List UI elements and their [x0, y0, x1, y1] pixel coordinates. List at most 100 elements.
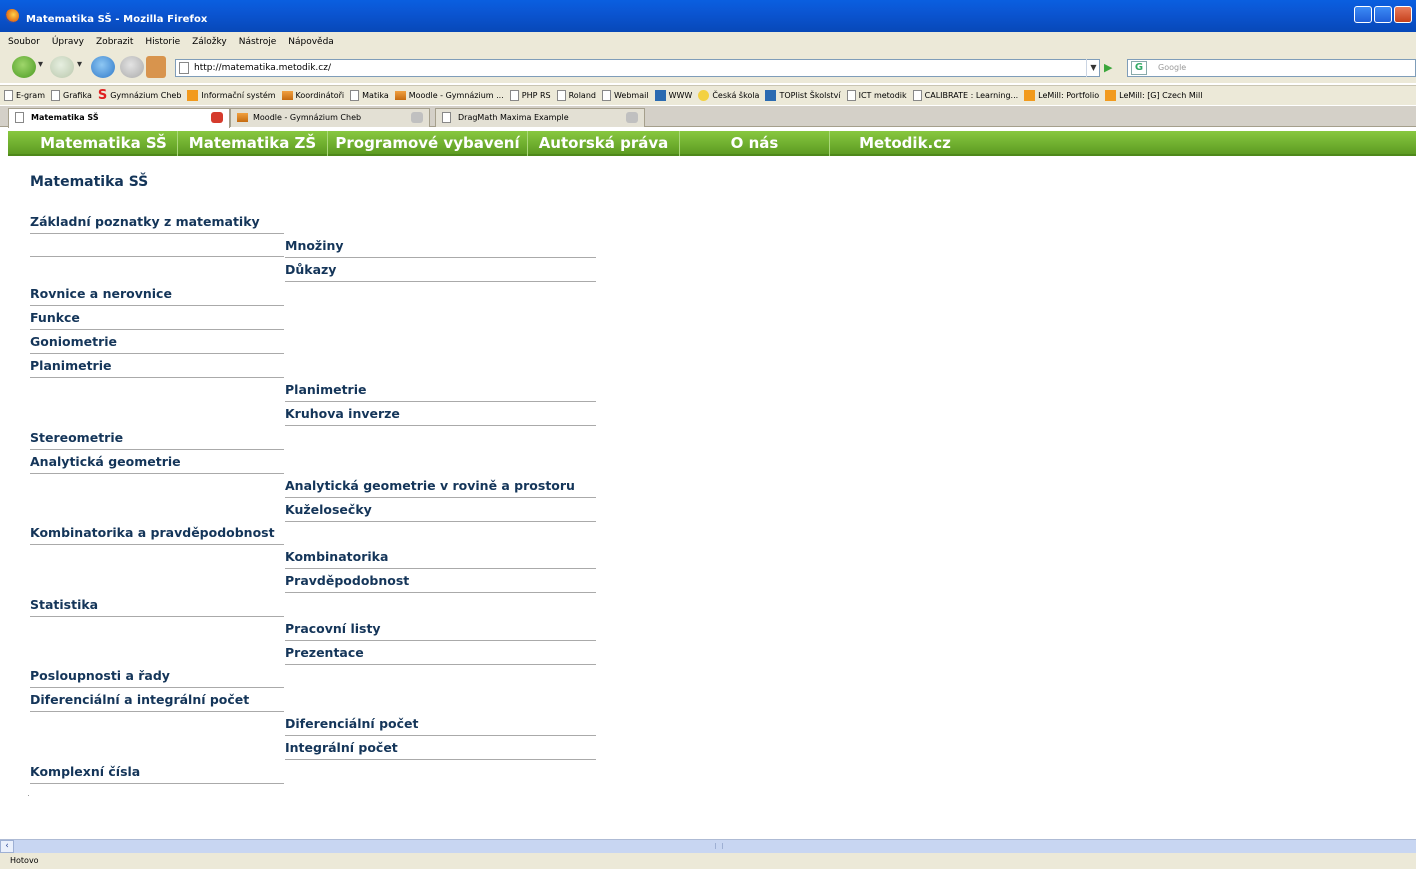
menu-zalozky[interactable]: Záložky [192, 37, 227, 47]
navigation-toolbar: ▾ ▾ http://matematika.metodik.cz/ ▼ ▶ G … [0, 51, 1416, 83]
bookmark-item[interactable]: Roland [556, 90, 596, 101]
submenu-link[interactable]: Prezentace [285, 641, 596, 665]
nav-programove-vybaveni[interactable]: Programové vybavení [328, 131, 528, 156]
minimize-button[interactable] [1354, 6, 1372, 23]
scrollbar-grip[interactable] [715, 843, 723, 849]
bookmark-label: WWW [668, 91, 693, 100]
bookmark-item[interactable]: Informační systém [187, 90, 276, 101]
grafika-icon [51, 90, 61, 101]
menu-link[interactable]: Planimetrie [30, 354, 284, 378]
nav-o-nas[interactable]: O nás [680, 131, 830, 156]
forward-history-dropdown-icon[interactable]: ▾ [77, 59, 82, 70]
menu-soubor[interactable]: Soubor [8, 37, 40, 47]
sun-icon [698, 90, 710, 101]
go-arrow-icon[interactable]: ▶ [1104, 61, 1112, 74]
menu-link[interactable]: Kombinatorika a pravděpodobnost [30, 521, 284, 545]
bookmark-item[interactable]: WWW [654, 90, 693, 101]
close-tab-icon[interactable] [411, 112, 423, 123]
page-icon [15, 112, 24, 123]
bookmark-item[interactable]: Česká škola [698, 90, 759, 101]
bookmark-label: ICT metodik [858, 91, 907, 100]
menu-link[interactable]: Rovnice a nerovnice [30, 282, 284, 306]
submenu-link[interactable]: Pracovní listy [285, 617, 596, 641]
reload-icon[interactable] [91, 56, 115, 78]
submenu-link[interactable]: Pravděpodobnost [285, 569, 596, 593]
tab-dragmath[interactable]: DragMath Maxima Example [435, 108, 645, 127]
submenu-link[interactable]: Kombinatorika [285, 545, 596, 569]
bookmark-item[interactable]: LeMill: [G] Czech Mill [1105, 90, 1202, 101]
menu-link[interactable]: Komplexní čísla [30, 760, 284, 784]
submenu-link[interactable]: Důkazy [285, 258, 596, 282]
menu-upravy[interactable]: Úpravy [52, 37, 84, 47]
submenu-link[interactable]: Kruhova inverze [285, 402, 596, 426]
menu-link[interactable]: Statistika [30, 593, 284, 617]
stop-icon[interactable] [120, 56, 144, 78]
close-button[interactable] [1394, 6, 1412, 23]
bookmark-label: Gymnázium Cheb [110, 91, 182, 100]
bookmark-item[interactable]: PHP RS [509, 90, 551, 101]
nav-matematika-ss[interactable]: Matematika SŠ [30, 131, 178, 156]
nav-matematika-zs[interactable]: Matematika ZŠ [178, 131, 328, 156]
page-icon [601, 90, 611, 101]
submenu-link[interactable]: Integrální počet [285, 736, 596, 760]
bookmark-item[interactable]: Koordinátoři [281, 91, 344, 100]
page-icon [350, 90, 360, 101]
submenu-link[interactable]: Kuželosečky [285, 498, 596, 522]
bookmark-label: TOPlist Školství [779, 91, 841, 100]
page-icon [4, 90, 13, 101]
tab-label: Moodle - Gymnázium Cheb [253, 113, 362, 122]
menu-link[interactable]: Analytická geometrie [30, 450, 284, 474]
submenu-link[interactable]: Analytická geometrie v rovině a prostoru [285, 474, 596, 498]
menu-link[interactable]: Stereometrie [30, 426, 284, 450]
menu-link[interactable]: Posloupnosti a řady [30, 664, 284, 688]
bookmark-item[interactable]: CALIBRATE : Learning... [912, 90, 1019, 101]
submenu-link[interactable]: Množiny [285, 234, 596, 258]
page-icon [846, 90, 856, 101]
horizontal-scrollbar[interactable]: ‹ [0, 839, 1416, 853]
menu-historie[interactable]: Historie [145, 37, 180, 47]
bookmark-item[interactable]: Webmail [601, 90, 649, 101]
submenu-link[interactable]: Diferenciální počet [285, 712, 596, 736]
menu-nastroje[interactable]: Nástroje [239, 37, 277, 47]
forward-arrow-icon[interactable] [50, 56, 74, 78]
bookmark-label: CALIBRATE : Learning... [924, 91, 1019, 100]
google-search-engine-icon[interactable]: G [1131, 61, 1147, 75]
bookmark-item[interactable]: ICT metodik [846, 90, 907, 101]
bookmark-label: Webmail [613, 91, 649, 100]
close-tab-icon[interactable] [626, 112, 638, 123]
close-tab-icon[interactable] [211, 112, 223, 123]
maximize-button[interactable] [1374, 6, 1392, 23]
bookmark-item[interactable]: S Gymnázium Cheb [98, 89, 182, 102]
bookmark-item[interactable]: Moodle - Gymnázium ... [394, 91, 504, 100]
bookmark-item[interactable]: Matika [350, 90, 389, 101]
rss-feed-icon [1105, 90, 1117, 101]
page-icon [912, 90, 922, 101]
nav-metodik[interactable]: Metodik.cz [830, 131, 980, 156]
tab-moodle[interactable]: Moodle - Gymnázium Cheb [230, 108, 430, 127]
tab-matematika-ss[interactable]: Matematika SŠ [8, 108, 230, 128]
menu-link[interactable]: Goniometrie [30, 330, 284, 354]
bookmark-label: Moodle - Gymnázium ... [408, 91, 504, 100]
scroll-left-icon[interactable]: ‹ [0, 840, 14, 853]
submenu-link[interactable]: Planimetrie [285, 378, 596, 402]
tab-strip: Matematika SŠ Moodle - Gymnázium Cheb Dr… [0, 106, 1416, 128]
menu-link[interactable]: Diferenciální a integrální počet [30, 688, 284, 712]
address-bar[interactable]: http://matematika.metodik.cz/ [175, 59, 1100, 77]
firefox-icon [5, 9, 19, 23]
address-dropdown-icon[interactable]: ▼ [1086, 59, 1100, 77]
home-icon[interactable] [146, 56, 166, 78]
bookmark-item[interactable]: LeMill: Portfolio [1024, 90, 1099, 101]
bookmark-item[interactable]: TOPlist Školství [765, 90, 841, 101]
menu-zobrazit[interactable]: Zobrazit [96, 37, 133, 47]
back-arrow-icon[interactable] [12, 56, 36, 78]
back-history-dropdown-icon[interactable]: ▾ [38, 59, 43, 70]
menu-napoveda[interactable]: Nápověda [288, 37, 334, 47]
bookmark-label: LeMill: Portfolio [1038, 91, 1100, 100]
menu-link[interactable]: Funkce [30, 306, 284, 330]
bookmark-item[interactable]: E-gram [4, 90, 45, 101]
search-input[interactable]: G Google [1127, 59, 1416, 77]
menu-link[interactable]: Základní poznatky z matematiky [30, 210, 284, 234]
nav-autorska-prava[interactable]: Autorská práva [528, 131, 680, 156]
bookmark-label: E-gram [16, 91, 46, 100]
bookmark-item[interactable]: Grafika [51, 90, 92, 101]
